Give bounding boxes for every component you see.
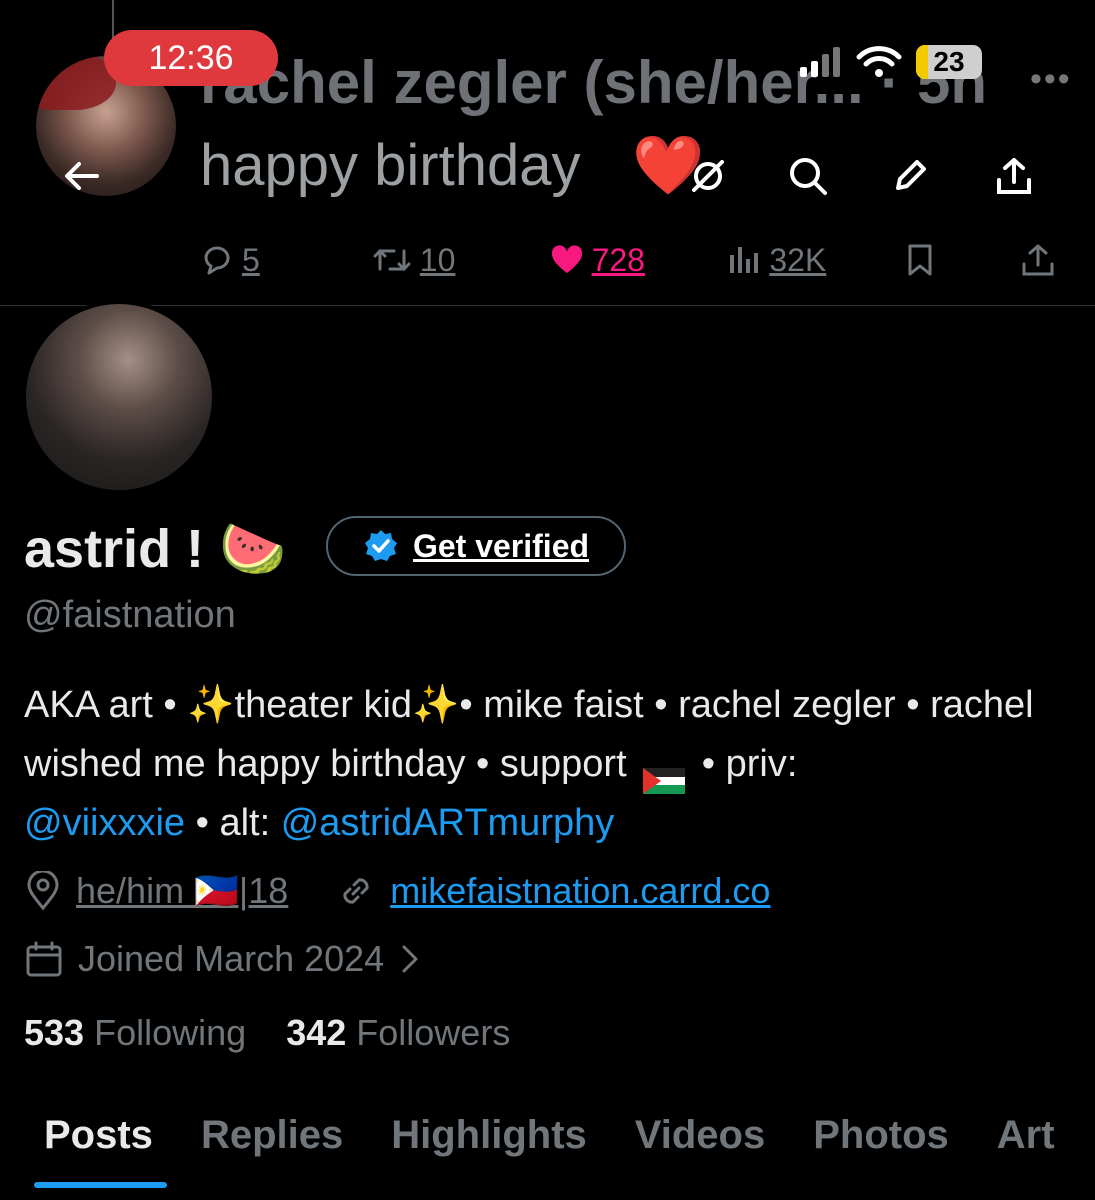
tab-highlights[interactable]: Highlights [367,1100,611,1170]
bookmark-button[interactable] [905,243,1021,277]
tweet-share-button[interactable] [1021,243,1055,277]
calendar-icon [26,941,62,977]
bio-text: AKA art • ✨theater kid✨• mike faist • ra… [24,684,1034,785]
following-label: Following [94,1012,247,1053]
repost-icon [373,248,411,272]
bio-text-alt: • alt: [185,802,281,844]
like-count: 728 [591,241,645,278]
grok-icon[interactable] [678,146,738,206]
link-icon [343,878,369,904]
profile-avatar[interactable] [22,300,216,494]
joined-date: Joined March 2024 [78,938,385,979]
edit-icon[interactable] [880,146,940,206]
battery-indicator: 23 [916,45,982,79]
profile-joined[interactable]: Joined March 2024 [24,932,420,986]
bookmark-icon [908,244,932,276]
reply-count: 5 [242,241,260,278]
heart-icon [551,245,582,273]
profile-meta: he/him 🇵🇭|18 mikefaistnation.carrd.co [24,864,770,918]
repost-button[interactable]: 10 [372,242,550,279]
views-button[interactable]: 32K [727,242,905,279]
reply-button[interactable]: 5 [200,242,372,279]
reply-icon [204,246,230,275]
active-tab-indicator [34,1182,167,1188]
tab-art[interactable]: Art [973,1100,1079,1170]
tab-replies[interactable]: Replies [177,1100,367,1170]
bio-mention-priv[interactable]: @viixxxie [24,802,185,844]
palestine-flag-icon [643,753,686,794]
followers-label: Followers [356,1012,511,1053]
wifi-icon [856,46,902,77]
back-arrow-icon[interactable] [52,146,112,206]
header-divider [0,305,1095,306]
followers-link[interactable]: 342 Followers [286,1012,510,1053]
get-verified-label: Get verified [412,527,590,564]
verified-badge-icon [364,530,397,561]
views-icon [730,247,759,273]
display-name: astrid ! 🍉 [24,519,287,579]
share-icon[interactable] [984,146,1044,206]
chevron-right-icon [402,945,418,973]
tab-photos[interactable]: Photos [789,1100,973,1170]
bio-mention-alt[interactable]: @astridARTmurphy [281,802,615,844]
follow-counts: 533 Following 342 Followers [24,1012,510,1054]
profile-location: he/him 🇵🇭|18 [76,870,289,911]
tab-posts[interactable]: Posts [0,1100,177,1188]
profile-website-link[interactable]: mikefaistnation.carrd.co [390,870,770,912]
location-icon [27,871,59,911]
profile-tabs: Posts Replies Highlights Videos Photos A… [0,1100,1079,1188]
tab-videos[interactable]: Videos [611,1100,789,1170]
search-icon[interactable] [778,146,838,206]
status-time: 12:36 [104,30,278,86]
views-count: 32K [769,241,827,278]
following-count: 533 [24,1012,85,1053]
tweet-actions: 5 10 728 32K [200,232,1055,288]
more-icon[interactable]: ••• [1030,60,1072,99]
following-link[interactable]: 533 Following [24,1012,246,1053]
repost-count: 10 [419,241,456,278]
signal-icon [800,47,840,77]
profile-bio: AKA art • ✨theater kid✨• mike faist • ra… [24,676,1074,853]
followers-count: 342 [286,1012,347,1053]
like-button[interactable]: 728 [550,242,728,279]
profile-handle: @faistnation [24,594,236,636]
status-icons: 23 [798,40,982,84]
tweet-text: happy birthday [200,133,581,198]
share-icon [1022,244,1054,276]
bio-text-priv: • priv: [691,743,798,785]
get-verified-button[interactable]: Get verified [326,516,626,576]
